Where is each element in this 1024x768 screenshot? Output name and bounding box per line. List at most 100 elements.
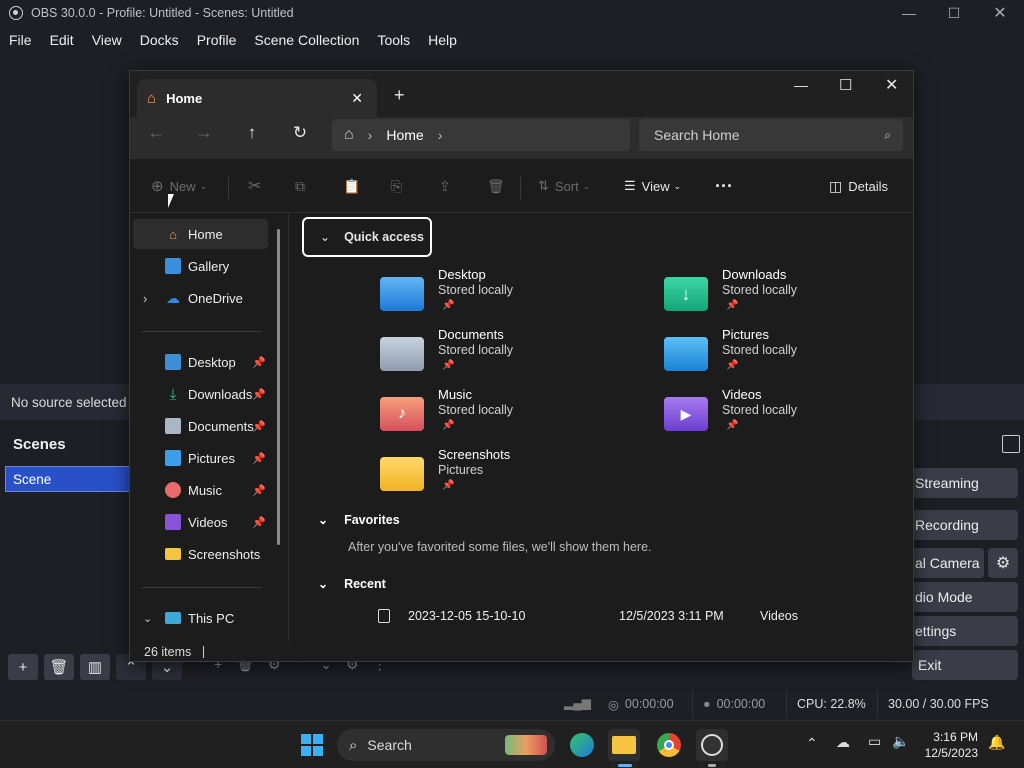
- text-cursor: [203, 646, 205, 658]
- volume-icon[interactable]: 🔈: [892, 733, 909, 750]
- edge-icon[interactable]: [566, 729, 598, 761]
- item-count: 26 items: [144, 645, 192, 659]
- scene-item[interactable]: Scene: [5, 466, 130, 492]
- maximize-icon[interactable]: ☐: [931, 0, 977, 26]
- taskbar-search[interactable]: ⌕ Search: [337, 729, 555, 761]
- details-button[interactable]: ◫ Details: [829, 159, 888, 213]
- menu-view[interactable]: View: [83, 32, 131, 48]
- forward-icon[interactable]: →: [190, 121, 218, 145]
- share-icon[interactable]: ⇪: [439, 159, 451, 213]
- tile-desktop[interactable]: Desktop Stored locally 📌: [380, 267, 640, 327]
- cloud-offline-icon[interactable]: ☁: [836, 734, 850, 751]
- documents-icon: [165, 418, 181, 434]
- nav-this-pc[interactable]: ⌄ This PC: [133, 603, 268, 633]
- search-input[interactable]: Search Home ⌕: [639, 119, 903, 151]
- recent-header[interactable]: ⌄ Recent: [318, 577, 386, 591]
- pin-icon: 📌: [252, 452, 266, 465]
- tile-documents[interactable]: Documents Stored locally 📌: [380, 327, 640, 387]
- notification-bell-icon[interactable]: 🔔: [988, 734, 1005, 751]
- delete-icon[interactable]: 🗑: [487, 159, 505, 213]
- show-hidden-icons[interactable]: ⌃: [806, 735, 818, 752]
- explorer-maximize-icon[interactable]: ☐: [839, 76, 852, 94]
- nav-scrollbar[interactable]: [277, 229, 280, 545]
- start-button[interactable]: [296, 729, 328, 761]
- nav-pictures[interactable]: Pictures 📌: [133, 443, 268, 473]
- exit-button[interactable]: Exit: [912, 650, 1018, 680]
- more-options-icon[interactable]: ···: [715, 159, 733, 213]
- nav-music[interactable]: Music 📌: [133, 475, 268, 505]
- recent-location: Videos: [760, 609, 798, 623]
- view-button[interactable]: ☰ View ⌄: [624, 159, 681, 213]
- virtual-camera-settings-icon[interactable]: ⚙: [988, 548, 1018, 578]
- refresh-icon[interactable]: ↻: [286, 121, 314, 145]
- nav-gallery[interactable]: Gallery: [133, 251, 268, 281]
- explorer-minimize-icon[interactable]: —: [794, 77, 808, 93]
- nav-desktop[interactable]: Desktop 📌: [133, 347, 268, 377]
- add-scene-button[interactable]: +: [8, 654, 38, 680]
- tile-pictures[interactable]: Pictures Stored locally 📌: [664, 327, 924, 387]
- quick-access-header[interactable]: ⌄ Quick access: [302, 217, 432, 257]
- tab-close-icon[interactable]: ✕: [351, 90, 363, 107]
- file-explorer-taskbar-icon[interactable]: [608, 729, 640, 767]
- menu-scene-collection[interactable]: Scene Collection: [245, 32, 368, 48]
- chrome-icon[interactable]: [653, 729, 685, 761]
- menu-file[interactable]: File: [0, 32, 41, 48]
- sort-button[interactable]: ⇅ Sort ⌄: [538, 159, 590, 213]
- start-recording-button[interactable]: Recording: [912, 510, 1018, 540]
- address-bar[interactable]: ⌂ › Home ›: [332, 119, 630, 151]
- pin-icon: 📌: [252, 484, 266, 497]
- nav-home[interactable]: ⌂ Home: [133, 219, 268, 249]
- explorer-close-icon[interactable]: ✕: [885, 75, 898, 95]
- menu-edit[interactable]: Edit: [41, 32, 83, 48]
- breadcrumb-home[interactable]: Home: [386, 127, 423, 143]
- chevron-right-icon[interactable]: ›: [143, 291, 147, 306]
- nav-onedrive[interactable]: › ☁ OneDrive: [133, 283, 268, 313]
- tab-home[interactable]: ⌂ Home ✕: [137, 79, 377, 117]
- favorites-header[interactable]: ⌄ Favorites: [318, 513, 400, 527]
- nav-downloads[interactable]: ⤓ Downloads 📌: [133, 379, 268, 409]
- clock[interactable]: 3:16 PM 12/5/2023: [922, 729, 978, 761]
- tile-music[interactable]: ♪ Music Stored locally 📌: [380, 387, 640, 447]
- menu-docks[interactable]: Docks: [131, 32, 188, 48]
- new-button[interactable]: ⊕ New ⌄: [151, 159, 207, 213]
- tile-videos[interactable]: ▶ Videos Stored locally 📌: [664, 387, 924, 447]
- network-icon[interactable]: ▭: [868, 733, 881, 750]
- chevron-right-icon: ›: [367, 127, 373, 143]
- rename-icon[interactable]: ⎘: [391, 159, 402, 213]
- up-icon[interactable]: ↑: [238, 121, 266, 145]
- recent-row[interactable]: 2023-12-05 15-10-10 12/5/2023 3:11 PM Vi…: [370, 605, 910, 627]
- settings-button[interactable]: ettings: [912, 616, 1018, 646]
- tile-downloads[interactable]: ↓ Downloads Stored locally 📌: [664, 267, 924, 327]
- back-icon[interactable]: ←: [142, 121, 170, 145]
- pin-icon: 📌: [726, 300, 739, 311]
- menu-tools[interactable]: Tools: [368, 32, 419, 48]
- menu-help[interactable]: Help: [419, 32, 466, 48]
- home-icon: ⌂: [169, 226, 177, 242]
- recent-name: 2023-12-05 15-10-10: [408, 609, 526, 623]
- content-pane: ⌄ Quick access Desktop Stored locally 📌 ↓ …: [290, 213, 913, 643]
- pane-splitter[interactable]: [288, 213, 289, 641]
- nav-videos[interactable]: Videos 📌: [133, 507, 268, 537]
- tile-screenshots[interactable]: Screenshots Pictures 📌: [380, 447, 640, 507]
- dock-undock-icon[interactable]: [1002, 435, 1020, 453]
- new-tab-icon[interactable]: +: [394, 85, 405, 106]
- remove-scene-button[interactable]: 🗑: [44, 654, 74, 680]
- chevron-down-icon[interactable]: ⌄: [143, 612, 152, 625]
- explorer-status-bar: 26 items: [130, 641, 913, 663]
- pin-icon: 📌: [252, 516, 266, 529]
- minimize-icon[interactable]: —: [886, 0, 932, 26]
- nav-documents[interactable]: Documents 📌: [133, 411, 268, 441]
- paste-icon[interactable]: 📋: [343, 159, 360, 213]
- obs-source-toolbar: [912, 384, 1024, 420]
- studio-mode-button[interactable]: dio Mode: [912, 582, 1018, 612]
- copy-icon[interactable]: ⧉: [295, 159, 305, 213]
- obs-taskbar-icon[interactable]: [696, 729, 728, 767]
- virtual-camera-button[interactable]: al Camera: [912, 548, 984, 578]
- mouse-cursor: [168, 194, 174, 208]
- scene-filters-button[interactable]: ▥: [80, 654, 110, 680]
- start-streaming-button[interactable]: Streaming: [912, 468, 1018, 498]
- close-icon[interactable]: ✕: [977, 0, 1023, 26]
- menu-profile[interactable]: Profile: [188, 32, 246, 48]
- nav-screenshots[interactable]: Screenshots: [133, 539, 268, 569]
- cut-icon[interactable]: ✂: [248, 159, 261, 213]
